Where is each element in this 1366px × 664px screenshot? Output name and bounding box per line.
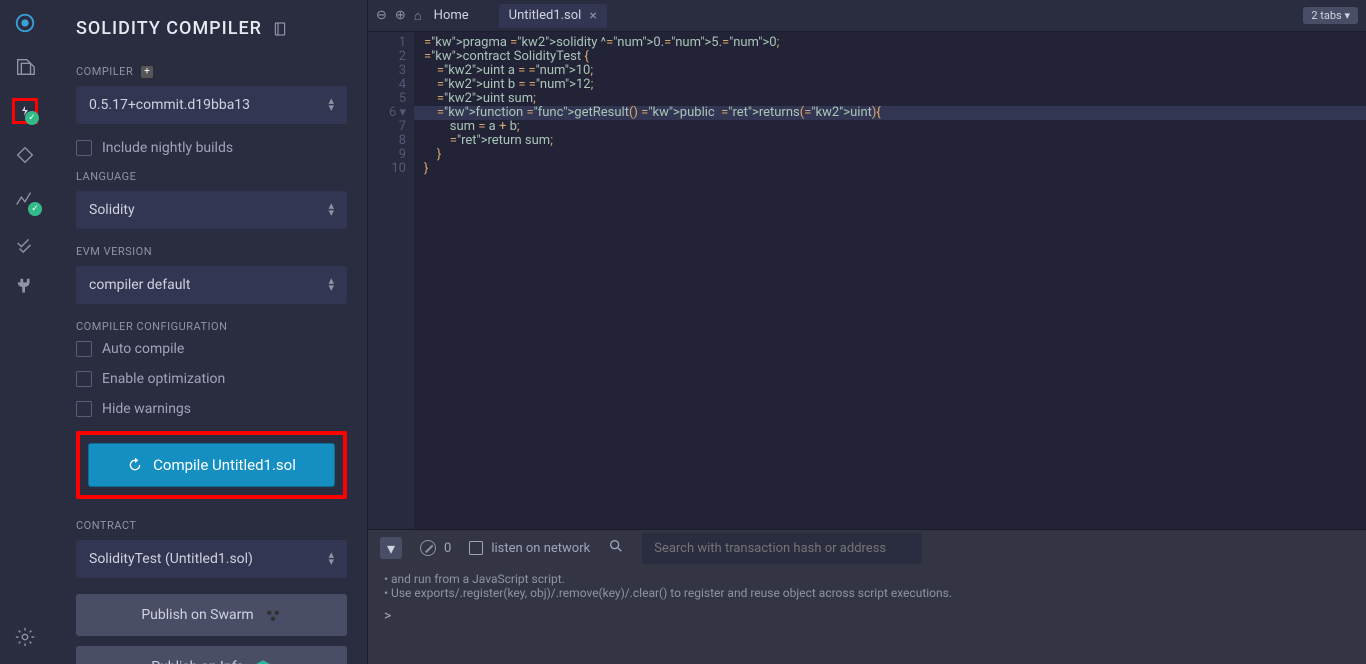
terminal-prompt[interactable]: > — [384, 608, 1350, 624]
plugin-icon[interactable] — [12, 274, 38, 300]
language-select[interactable]: Solidity▴▾ — [76, 191, 347, 229]
editor-code[interactable]: ="kw">pragma ="kw2">solidity ^="num">0.=… — [414, 32, 1366, 529]
home-icon[interactable]: ⌂ — [414, 8, 422, 24]
evm-label: EVM VERSION — [76, 245, 347, 258]
panel-title: SOLIDITY COMPILER — [76, 18, 347, 39]
compiler-label: COMPILER + — [76, 65, 347, 78]
success-badge-icon — [25, 111, 39, 125]
contract-label: CONTRACT — [76, 519, 347, 532]
config-label: COMPILER CONFIGURATION — [76, 320, 347, 333]
analysis-icon[interactable] — [12, 186, 38, 212]
testing-icon[interactable] — [12, 230, 38, 256]
main-area: ⊖ ⊕ ⌂ Home Untitled1.sol × 2 tabs ▾ 1234… — [368, 0, 1366, 664]
close-tab-icon[interactable]: × — [589, 8, 596, 24]
nightly-checkbox[interactable]: Include nightly builds — [76, 140, 347, 156]
auto-compile-checkbox[interactable]: Auto compile — [76, 341, 347, 357]
file-tab[interactable]: Untitled1.sol × — [499, 4, 607, 28]
clear-icon[interactable] — [420, 540, 436, 556]
contract-select[interactable]: SolidityTest (Untitled1.sol)▴▾ — [76, 540, 347, 578]
plus-icon[interactable]: + — [141, 66, 153, 78]
compile-button[interactable]: Compile Untitled1.sol — [88, 443, 335, 487]
terminal: ▾ 0 listen on network and run from a Jav… — [368, 529, 1366, 664]
success-badge-icon — [28, 202, 42, 216]
swarm-icon — [264, 606, 282, 624]
zoom-in-icon[interactable]: ⊕ — [395, 8, 406, 23]
search-icon[interactable] — [608, 538, 624, 558]
zoom-out-icon[interactable]: ⊖ — [376, 8, 387, 23]
home-tab[interactable]: Home — [434, 8, 469, 23]
publish-ipfs-button[interactable]: Publish on Ipfs — [76, 646, 347, 664]
ipfs-icon — [254, 658, 272, 664]
pending-count: 0 — [444, 541, 451, 556]
terminal-toggle-icon[interactable]: ▾ — [380, 537, 402, 559]
editor-gutter: 123456 ▾78910 — [368, 32, 414, 529]
book-icon — [272, 21, 288, 37]
terminal-bar: ▾ 0 listen on network — [368, 530, 1366, 566]
language-label: LANGUAGE — [76, 170, 347, 183]
terminal-output: and run from a JavaScript script.Use exp… — [368, 566, 1366, 664]
code-editor[interactable]: 123456 ▾78910 ="kw">pragma ="kw2">solidi… — [368, 32, 1366, 529]
compiler-select[interactable]: 0.5.17+commit.d19bba13▴▾ — [76, 86, 347, 124]
publish-swarm-button[interactable]: Publish on Swarm — [76, 594, 347, 636]
file-explorer-icon[interactable] — [12, 54, 38, 80]
hide-warnings-checkbox[interactable]: Hide warnings — [76, 401, 347, 417]
settings-icon[interactable] — [12, 624, 38, 650]
compiler-panel: SOLIDITY COMPILER COMPILER + 0.5.17+comm… — [50, 0, 368, 664]
compiler-icon[interactable] — [12, 98, 38, 124]
evm-select[interactable]: compiler default▴▾ — [76, 266, 347, 304]
compile-highlight: Compile Untitled1.sol — [76, 431, 347, 499]
tab-bar: ⊖ ⊕ ⌂ Home Untitled1.sol × 2 tabs ▾ — [368, 0, 1366, 32]
optimize-checkbox[interactable]: Enable optimization — [76, 371, 347, 387]
remix-logo-icon[interactable] — [12, 10, 38, 36]
refresh-icon — [127, 457, 143, 473]
icon-rail — [0, 0, 50, 664]
deploy-icon[interactable] — [12, 142, 38, 168]
listen-checkbox[interactable]: listen on network — [469, 541, 590, 556]
tabs-dropdown[interactable]: 2 tabs ▾ — [1303, 7, 1358, 24]
terminal-search-input[interactable] — [642, 533, 922, 564]
